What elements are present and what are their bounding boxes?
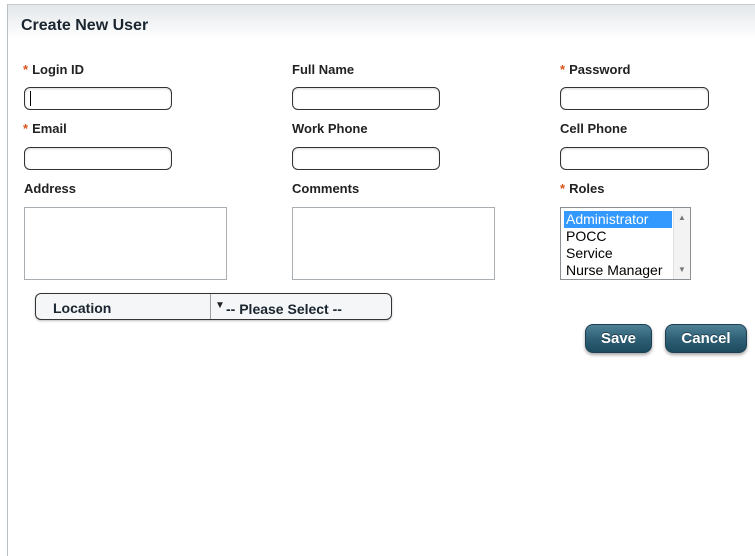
full-name-label: Full Name <box>292 62 355 77</box>
location-divider <box>210 294 211 319</box>
roles-label: * Roles <box>560 181 605 196</box>
scroll-down-icon[interactable]: ▼ <box>678 266 686 274</box>
role-option-pocc[interactable]: POCC <box>564 228 672 245</box>
roles-scrollbar[interactable]: ▲ ▼ <box>673 208 690 279</box>
email-input[interactable] <box>24 147 172 170</box>
required-marker: * <box>560 181 566 196</box>
work-phone-label: Work Phone <box>292 121 368 136</box>
dropdown-arrow-icon[interactable]: ▼ <box>215 300 225 311</box>
scroll-up-icon[interactable]: ▲ <box>678 214 686 222</box>
cell-phone-input[interactable] <box>560 147 709 170</box>
password-input[interactable] <box>560 87 709 110</box>
cell-phone-label: Cell Phone <box>560 121 628 136</box>
save-button[interactable]: Save <box>585 324 652 353</box>
page-title: Create New User <box>21 17 149 34</box>
work-phone-input[interactable] <box>292 147 440 170</box>
role-option-nurse-manager[interactable]: Nurse Manager <box>564 262 672 279</box>
full-name-input[interactable] <box>292 87 440 110</box>
text-cursor <box>30 91 31 106</box>
location-label: Location <box>53 300 112 316</box>
roles-listbox[interactable]: Administrator POCC Service Nurse Manager… <box>560 207 691 280</box>
role-option-administrator[interactable]: Administrator <box>564 211 672 228</box>
comments-label: Comments <box>292 181 360 196</box>
required-marker: * <box>23 62 29 77</box>
cancel-button[interactable]: Cancel <box>665 324 747 353</box>
login-id-input[interactable] <box>24 87 172 110</box>
location-selected-value[interactable]: -- Please Select -- <box>226 301 342 317</box>
comments-textarea[interactable] <box>292 207 495 280</box>
email-label: * Email <box>23 121 67 136</box>
required-marker: * <box>23 121 29 136</box>
role-option-service[interactable]: Service <box>564 245 672 262</box>
required-marker: * <box>560 62 566 77</box>
address-textarea[interactable] <box>24 207 227 280</box>
login-id-label: * Login ID <box>23 62 85 77</box>
address-label: Address <box>24 181 77 196</box>
location-select[interactable]: Location ▼ -- Please Select -- <box>35 293 392 320</box>
password-label: * Password <box>560 62 631 77</box>
